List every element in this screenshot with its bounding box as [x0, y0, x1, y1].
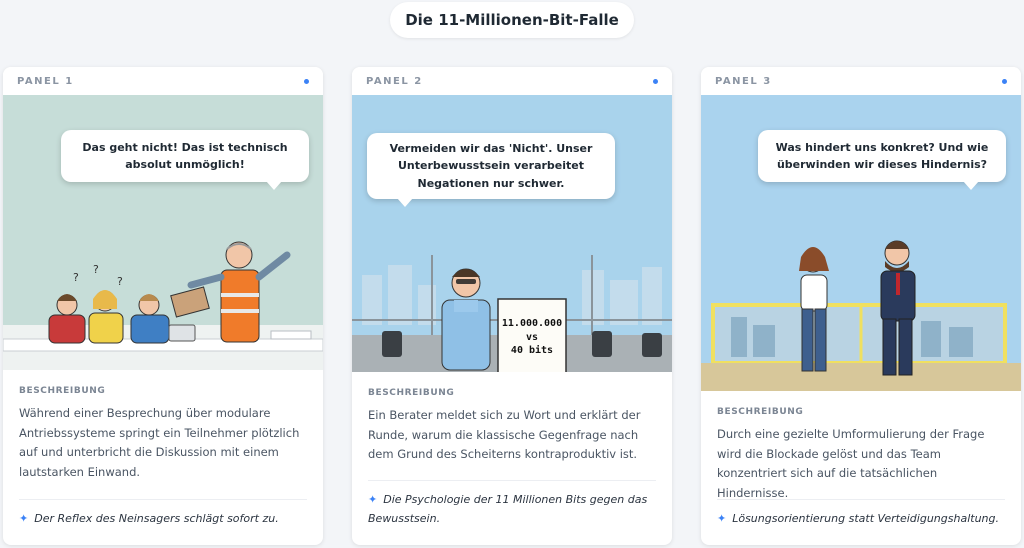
description-label: BESCHREIBUNG [717, 407, 804, 417]
panel-2: PANEL 2 11.000.000 vs 40 bits Vermeiden … [352, 67, 672, 545]
takeaway-text: Lösungsorientierung statt Verteidigungsh… [732, 512, 999, 525]
takeaway: ✦ Die Psychologie der 11 Millionen Bits g… [368, 491, 662, 528]
panel-label: PANEL 3 [715, 75, 772, 87]
sparkle-icon: ✦ [717, 512, 727, 525]
description-section: BESCHREIBUNG Während einer Besprechung ü… [3, 386, 323, 482]
page-title: Die 11-Millionen-Bit-Falle [390, 2, 634, 38]
status-dot [653, 78, 658, 84]
description-text: Während einer Besprechung über modulare … [19, 406, 300, 479]
takeaway-text: Der Reflex des Neinsagers schlägt sofort… [34, 512, 279, 525]
sparkle-icon: ✦ [19, 512, 29, 525]
status-dot [304, 78, 309, 84]
divider [717, 499, 1005, 500]
svg-text:?: ? [73, 271, 79, 284]
speech-bubble: Das geht nicht! Das ist technisch absolu… [61, 130, 309, 190]
svg-text:?: ? [117, 275, 123, 288]
speech-bubble: Vermeiden wir das 'Nicht'. Unser Unterbe… [367, 133, 615, 207]
panel-label: PANEL 1 [17, 75, 74, 87]
speech-text: Was hindert uns konkret? Und wie überwin… [775, 140, 989, 171]
speech-bubble: Was hindert uns konkret? Und wie überwin… [758, 130, 1006, 190]
flipchart-line-1: 11.000.000 [501, 318, 563, 329]
panel-3: PANEL 3 Was hindert uns konkret? Und wie… [701, 67, 1021, 545]
takeaway: ✦ Der Reflex des Neinsagers schlägt sofor… [19, 510, 313, 529]
divider [19, 499, 307, 500]
panel-illustration: 11.000.000 vs 40 bits Vermeiden wir das … [352, 95, 672, 372]
description-label: BESCHREIBUNG [19, 386, 106, 396]
description-text: Durch eine gezielte Umformulierung der F… [717, 427, 985, 500]
panel-illustration: ? ? ? Das geht nicht! Das ist technisch … [3, 95, 323, 370]
takeaway-text: Die Psychologie der 11 Millionen Bits ge… [368, 493, 648, 525]
panel-1: PANEL 1 ? ? ? Das geht nicht! Das ist te… [3, 67, 323, 545]
flipchart-text: 11.000.000 vs 40 bits [498, 317, 566, 358]
speech-text: Das geht nicht! Das ist technisch absolu… [82, 140, 288, 171]
description-text: Ein Berater meldet sich zu Wort und erkl… [368, 408, 641, 462]
divider [368, 480, 656, 481]
panel-header: PANEL 3 [701, 67, 1021, 95]
sparkle-icon: ✦ [368, 493, 378, 506]
description-section: BESCHREIBUNG Ein Berater meldet sich zu … [352, 388, 672, 465]
takeaway: ✦ Lösungsorientierung statt Verteidigungs… [717, 510, 1011, 529]
flipchart-line-3: 40 bits [510, 345, 554, 356]
svg-text:?: ? [93, 263, 99, 276]
speech-text: Vermeiden wir das 'Nicht'. Unser Unterbe… [389, 142, 593, 190]
description-section: BESCHREIBUNG Durch eine gezielte Umformu… [701, 407, 1021, 503]
panel-header: PANEL 2 [352, 67, 672, 95]
flipchart-line-2: vs [525, 331, 539, 343]
status-dot [1002, 78, 1007, 84]
panel-illustration: Was hindert uns konkret? Und wie überwin… [701, 95, 1021, 391]
panel-header: PANEL 1 [3, 67, 323, 95]
panel-label: PANEL 2 [366, 75, 423, 87]
description-label: BESCHREIBUNG [368, 388, 455, 398]
